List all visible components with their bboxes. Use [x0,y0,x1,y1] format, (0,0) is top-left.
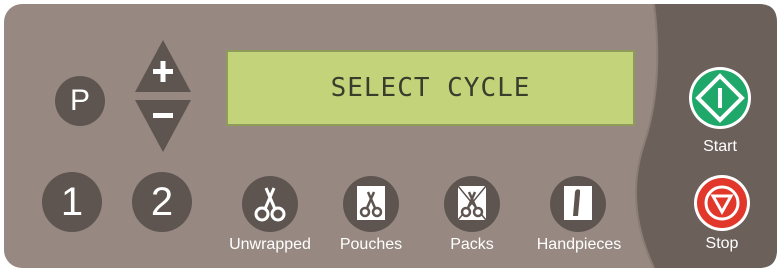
unwrapped-button[interactable] [242,176,298,232]
lcd-display: SELECT CYCLE [226,50,635,126]
up-arrow-button[interactable] [135,40,191,92]
control-panel [4,4,777,268]
minus-down-arrow-icon [153,113,173,118]
start-label: Start [703,138,737,155]
unwrapped-label: Unwrapped [229,236,311,253]
handpieces-button[interactable] [550,176,606,232]
cycle-2-button[interactable]: 2 [132,172,192,232]
packs-button[interactable] [444,176,500,232]
pouches-label: Pouches [339,236,403,253]
down-arrow-button[interactable] [135,100,191,152]
panel-background [4,4,777,268]
cycle-1-button[interactable]: 1 [42,172,102,232]
pack-scissors-icon [457,185,487,221]
scissors-icon [254,187,286,222]
program-button[interactable]: P [55,76,105,126]
pouch-scissors-icon [357,186,385,220]
start-icon [718,88,722,108]
lcd-text: SELECT CYCLE [330,73,531,103]
handpiece-icon [564,186,592,220]
stop-button[interactable] [693,174,751,232]
packs-label: Packs [450,236,494,253]
start-button[interactable] [688,66,752,130]
stop-label: Stop [705,235,739,252]
handpieces-label: Handpieces [536,236,622,253]
pouches-button[interactable] [343,176,399,232]
arrow-buttons [135,40,191,152]
